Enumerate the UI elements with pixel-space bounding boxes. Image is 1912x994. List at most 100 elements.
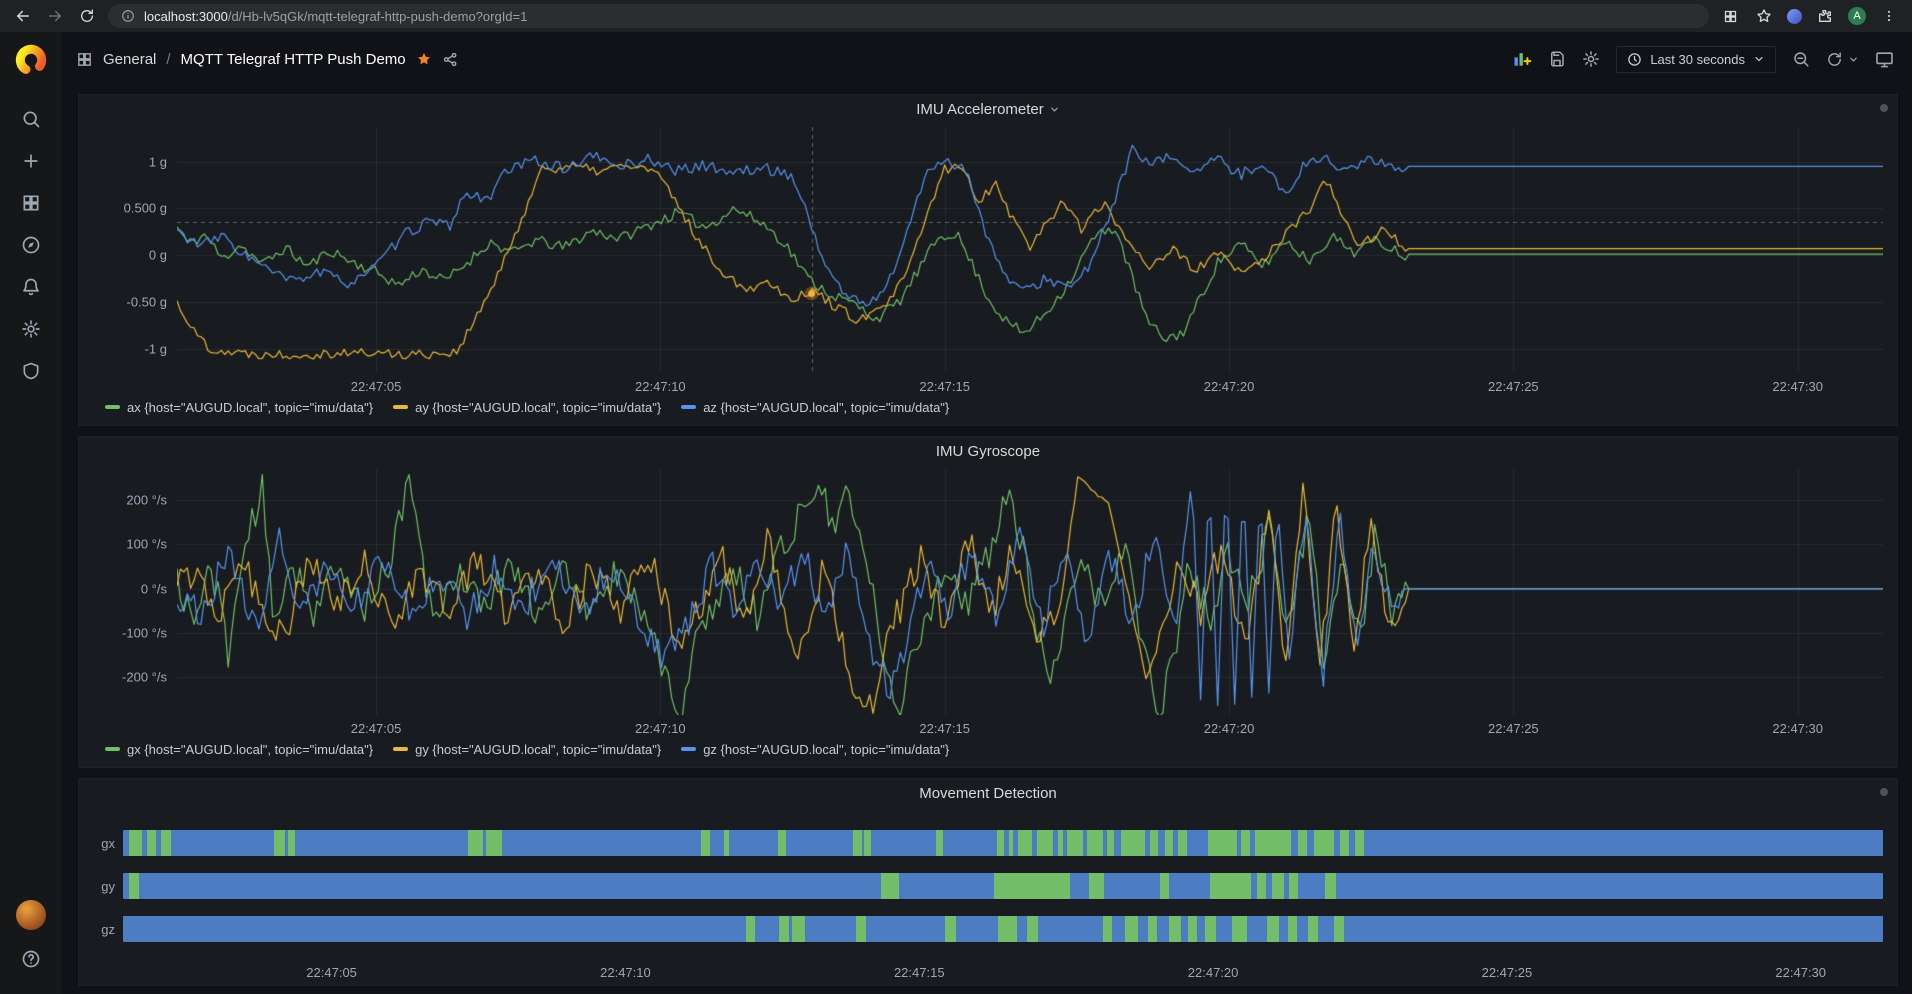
x-tick-label: 22:47:20: [1204, 721, 1255, 736]
bookmark-star-icon[interactable]: [1753, 5, 1775, 27]
url-host: localhost:3000: [144, 9, 228, 24]
browser-profile-avatar[interactable]: A: [1848, 7, 1866, 25]
back-icon[interactable]: [12, 5, 34, 27]
grafana-sidebar: [0, 32, 62, 994]
user-avatar[interactable]: [16, 900, 46, 930]
url-bar[interactable]: localhost:3000/d/Hb-lv5qGk/mqtt-telegraf…: [108, 4, 1709, 28]
create-plus-icon[interactable]: [9, 140, 53, 182]
state-segment: [994, 873, 1069, 899]
add-panel-icon[interactable]: [1512, 49, 1532, 69]
state-segment: [779, 916, 788, 942]
favorite-star-icon[interactable]: [416, 51, 432, 67]
state-segment: [1325, 873, 1337, 899]
y-tick-label: 1 g: [149, 154, 167, 169]
time-range-picker[interactable]: Last 30 seconds: [1616, 46, 1776, 73]
x-tick-label: 22:47:15: [919, 721, 970, 736]
legend-item[interactable]: ax {host="AUGUD.local", topic="imu/data"…: [105, 400, 373, 415]
x-tick-label: 22:47:20: [1188, 965, 1239, 980]
legend-label: gx {host="AUGUD.local", topic="imu/data"…: [127, 742, 373, 757]
dashboard-apps-icon: [76, 51, 93, 68]
timeline-bar-gx[interactable]: [123, 830, 1883, 856]
x-tick-label: 22:47:10: [635, 379, 686, 394]
panel-title: IMU Accelerometer: [916, 101, 1044, 118]
configuration-gear-icon[interactable]: [9, 308, 53, 350]
extensions-puzzle-icon[interactable]: [1814, 5, 1836, 27]
state-segment: [1058, 830, 1063, 856]
state-segment: [129, 873, 139, 899]
grafana-logo[interactable]: [13, 42, 49, 78]
clock-icon: [1627, 52, 1642, 67]
state-segment: [1125, 916, 1138, 942]
state-segment: [1037, 830, 1053, 856]
state-segment: [1355, 830, 1363, 856]
state-segment: [147, 830, 156, 856]
panel-imu-accelerometer: IMU Accelerometer 1 g0.500 g0 g-0.50 g-1…: [78, 94, 1898, 426]
help-icon[interactable]: [9, 938, 53, 980]
x-tick-label: 22:47:05: [306, 965, 357, 980]
legend-item[interactable]: gx {host="AUGUD.local", topic="imu/data"…: [105, 742, 373, 757]
state-segment: [1289, 873, 1298, 899]
state-segment: [486, 830, 502, 856]
share-icon[interactable]: [442, 51, 459, 68]
legend-swatch: [393, 747, 408, 751]
legend-label: ay {host="AUGUD.local", topic="imu/data"…: [415, 400, 661, 415]
zoom-out-icon[interactable]: [1792, 50, 1810, 68]
legend-item[interactable]: ay {host="AUGUD.local", topic="imu/data"…: [393, 400, 661, 415]
state-segment: [701, 830, 710, 856]
explore-compass-icon[interactable]: [9, 224, 53, 266]
row-label: gy: [85, 879, 115, 894]
nav-actions: Last 30 seconds: [1512, 46, 1894, 73]
state-segment: [1340, 830, 1349, 856]
alerting-bell-icon[interactable]: [9, 266, 53, 308]
extension-icon[interactable]: [1787, 9, 1802, 24]
dashboard-settings-icon[interactable]: [1582, 50, 1600, 68]
breadcrumb-folder[interactable]: General: [103, 51, 156, 68]
state-segment: [881, 873, 899, 899]
panel-movement-detection: Movement Detection gxgygz 22:47:0522:47:…: [78, 778, 1898, 986]
x-tick-label: 22:47:10: [600, 965, 651, 980]
timeline-bar-gz[interactable]: [123, 916, 1883, 942]
state-segment: [129, 830, 143, 856]
state-segment: [1169, 916, 1181, 942]
timeline-row: gx: [85, 830, 1883, 856]
dashboards-icon[interactable]: [9, 182, 53, 224]
time-range-label: Last 30 seconds: [1650, 52, 1745, 67]
legend-item[interactable]: gz {host="AUGUD.local", topic="imu/data"…: [681, 742, 949, 757]
timeline-bar-gy[interactable]: [123, 873, 1883, 899]
state-segment: [1298, 830, 1307, 856]
x-tick-label: 22:47:25: [1488, 721, 1539, 736]
gyroscope-canvas: [177, 469, 1883, 715]
state-segment: [1087, 830, 1102, 856]
reload-icon[interactable]: [76, 5, 98, 27]
kiosk-tv-icon[interactable]: [1875, 50, 1894, 69]
browser-menu-icon[interactable]: [1878, 5, 1900, 27]
legend-item[interactable]: az {host="AUGUD.local", topic="imu/data"…: [681, 400, 949, 415]
plot-area-gyroscope[interactable]: [177, 469, 1883, 715]
state-segment: [724, 830, 729, 856]
y-tick-label: 200 °/s: [126, 493, 167, 508]
dashboard-title[interactable]: MQTT Telegraf HTTP Push Demo: [181, 51, 406, 68]
panel-header-gyroscope[interactable]: IMU Gyroscope: [79, 437, 1897, 465]
plot-area-accelerometer[interactable]: [177, 127, 1883, 373]
save-dashboard-icon[interactable]: [1548, 50, 1566, 68]
streaming-indicator: [1880, 788, 1888, 796]
state-segment: [1107, 830, 1114, 856]
timeline-row: gy: [85, 873, 1883, 899]
state-segment: [1165, 830, 1173, 856]
panel-header-movement[interactable]: Movement Detection: [79, 779, 1897, 807]
legend-item[interactable]: gy {host="AUGUD.local", topic="imu/data"…: [393, 742, 661, 757]
tab-groups-icon[interactable]: [1719, 5, 1741, 27]
server-admin-shield-icon[interactable]: [9, 350, 53, 392]
refresh-icon[interactable]: [1826, 51, 1843, 68]
x-tick-label: 22:47:15: [894, 965, 945, 980]
state-segment: [1018, 830, 1032, 856]
site-info-icon[interactable]: [120, 5, 136, 27]
search-icon[interactable]: [9, 98, 53, 140]
x-tick-label: 22:47:25: [1482, 965, 1533, 980]
forward-icon[interactable]: [44, 5, 66, 27]
refresh-interval-caret-icon[interactable]: [1848, 54, 1859, 65]
legend-label: gy {host="AUGUD.local", topic="imu/data"…: [415, 742, 661, 757]
state-segment: [853, 830, 861, 856]
legend-swatch: [681, 747, 696, 751]
panel-header-accelerometer[interactable]: IMU Accelerometer: [79, 95, 1897, 123]
